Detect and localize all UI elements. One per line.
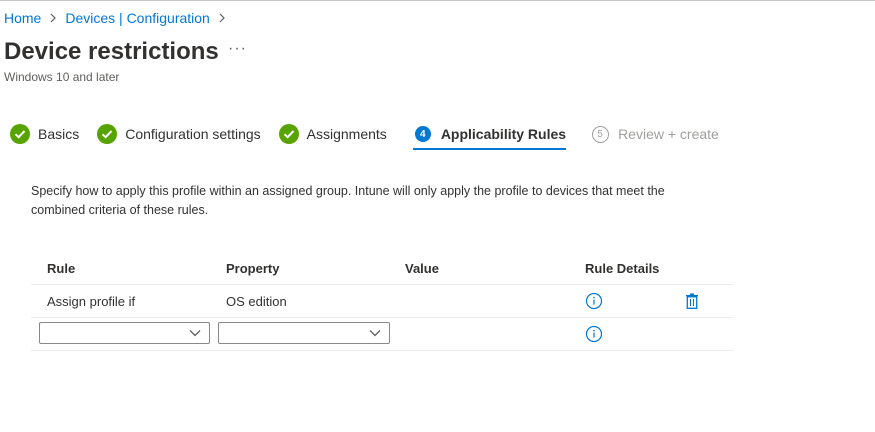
step-number-icon: 4 (413, 124, 433, 144)
step-number-icon: 5 (590, 124, 610, 144)
property-cell: OS edition (226, 293, 287, 309)
chevron-right-icon (49, 13, 57, 23)
property-dropdown[interactable] (218, 322, 390, 344)
step-label: Assignments (306, 126, 387, 142)
column-header-rule-details: Rule Details (585, 260, 660, 276)
step-basics[interactable]: Basics (10, 121, 79, 147)
step-label: Configuration settings (125, 126, 261, 142)
step-label: Basics (38, 126, 80, 142)
table-header-row: Rule Property Value Rule Details (31, 252, 733, 285)
wizard-steps: Basics Configuration settings Assignment… (10, 121, 737, 150)
step-label: Applicability Rules (440, 126, 567, 142)
checkmark-circle-icon (278, 124, 299, 144)
breadcrumb: Home Devices | Configuration (4, 10, 234, 26)
chevron-down-icon (369, 330, 381, 337)
breadcrumb-home[interactable]: Home (4, 10, 41, 26)
checkmark-circle-icon (97, 124, 118, 144)
step-assignments[interactable]: Assignments (278, 121, 387, 147)
info-icon[interactable] (585, 318, 603, 350)
checkmark-circle-icon (10, 124, 30, 144)
step-number: 4 (414, 126, 431, 142)
breadcrumb-devices-configuration[interactable]: Devices | Configuration (65, 10, 209, 26)
rule-cell: Assign profile if (47, 293, 136, 309)
info-icon[interactable] (585, 285, 603, 317)
step-review-create[interactable]: 5 Review + create (590, 121, 719, 147)
table-row-new (31, 318, 733, 351)
chevron-down-icon (189, 330, 201, 337)
table-row: Assign profile if OS edition (31, 285, 733, 318)
chevron-right-icon (218, 13, 226, 23)
description-text: Specify how to apply this profile within… (31, 184, 665, 217)
rules-table: Rule Property Value Rule Details Assign … (31, 252, 733, 351)
page-subtitle: Windows 10 and later (4, 70, 120, 84)
column-header-value: Value (405, 260, 439, 276)
column-header-property: Property (226, 260, 280, 276)
more-options-button[interactable]: ··· (228, 40, 247, 58)
column-header-rule: Rule (47, 260, 76, 276)
step-label: Review + create (618, 126, 719, 142)
step-applicability-rules[interactable]: 4 Applicability Rules (412, 121, 567, 150)
rule-dropdown[interactable] (39, 322, 210, 344)
page-title: Device restrictions (4, 38, 219, 65)
top-divider (0, 0, 875, 1)
trash-icon[interactable] (685, 285, 699, 317)
step-configuration-settings[interactable]: Configuration settings (97, 121, 261, 147)
step-number: 5 (591, 125, 609, 143)
